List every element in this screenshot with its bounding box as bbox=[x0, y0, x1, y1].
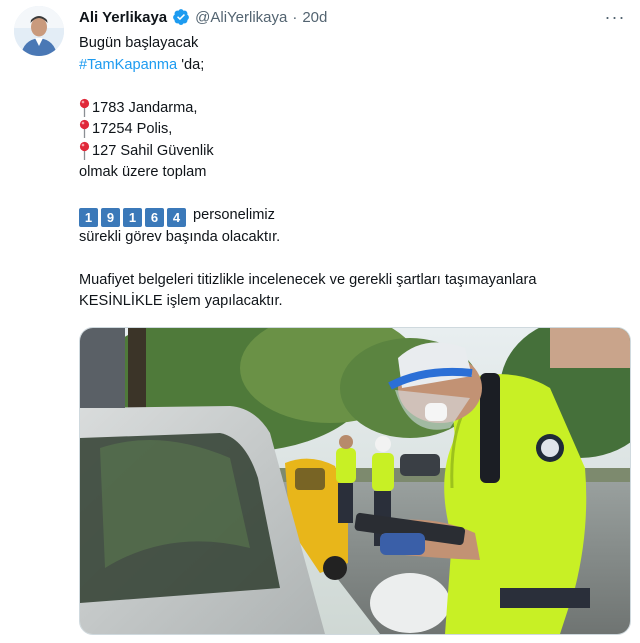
round-pushpin-icon bbox=[79, 98, 90, 117]
timestamp[interactable]: 20d bbox=[302, 9, 327, 26]
list-item-text: 1783 Jandarma, bbox=[92, 99, 198, 116]
verified-badge-icon bbox=[173, 9, 189, 25]
more-dots-icon[interactable]: ··· bbox=[602, 4, 628, 30]
tweet-header: Ali Yerlikaya @AliYerlikaya · 20d bbox=[79, 7, 327, 27]
list-item: 127 Sahil Güvenlik bbox=[79, 141, 624, 163]
list-item-text: 127 Sahil Güvenlik bbox=[92, 142, 214, 159]
line-start: Bugün başlayacak bbox=[79, 35, 199, 51]
avatar[interactable] bbox=[14, 6, 64, 56]
list-item: 17254 Polis, bbox=[79, 119, 624, 141]
keycap-digit-icon: 6 bbox=[145, 208, 164, 227]
photo-police-checkpoint-icon bbox=[80, 328, 630, 634]
author-handle[interactable]: @AliYerlikaya bbox=[195, 9, 287, 26]
round-pushpin-icon bbox=[79, 141, 90, 160]
keycap-digit-icon: 9 bbox=[101, 208, 120, 227]
separator-dot: · bbox=[292, 8, 298, 26]
line-digits: 1 9 1 6 4 personelimiz bbox=[79, 205, 624, 227]
profile-photo-icon bbox=[14, 6, 64, 56]
hashtag-link[interactable]: #TamKapanma bbox=[79, 57, 177, 73]
hashtag-suffix: 'da; bbox=[177, 56, 205, 73]
line-action: KESİNLİKLE işlem yapılacaktır. bbox=[79, 293, 283, 309]
tweet[interactable]: Ali Yerlikaya @AliYerlikaya · 20d ··· Bu… bbox=[0, 0, 640, 643]
tweet-text: Bugün başlayacak #TamKapanma 'da; 1783 J… bbox=[79, 33, 624, 313]
round-pushpin-icon bbox=[79, 119, 90, 138]
line-hashtag: #TamKapanma 'da; bbox=[79, 55, 624, 77]
author-name[interactable]: Ali Yerlikaya bbox=[79, 9, 167, 26]
keycap-digit-icon: 4 bbox=[167, 208, 186, 227]
personnel-text: personelimiz bbox=[193, 207, 275, 223]
line-total: olmak üzere toplam bbox=[79, 164, 207, 180]
list-item: 1783 Jandarma, bbox=[79, 98, 624, 120]
line-duty: sürekli görev başında olacaktır. bbox=[79, 228, 281, 245]
line-check: Muafiyet belgeleri titizlikle incelenece… bbox=[79, 271, 537, 288]
list-item-text: 17254 Polis, bbox=[92, 121, 173, 137]
keycap-digit-icon: 1 bbox=[123, 208, 142, 227]
keycap-digit-icon: 1 bbox=[79, 208, 98, 227]
tweet-photo[interactable] bbox=[79, 327, 631, 635]
